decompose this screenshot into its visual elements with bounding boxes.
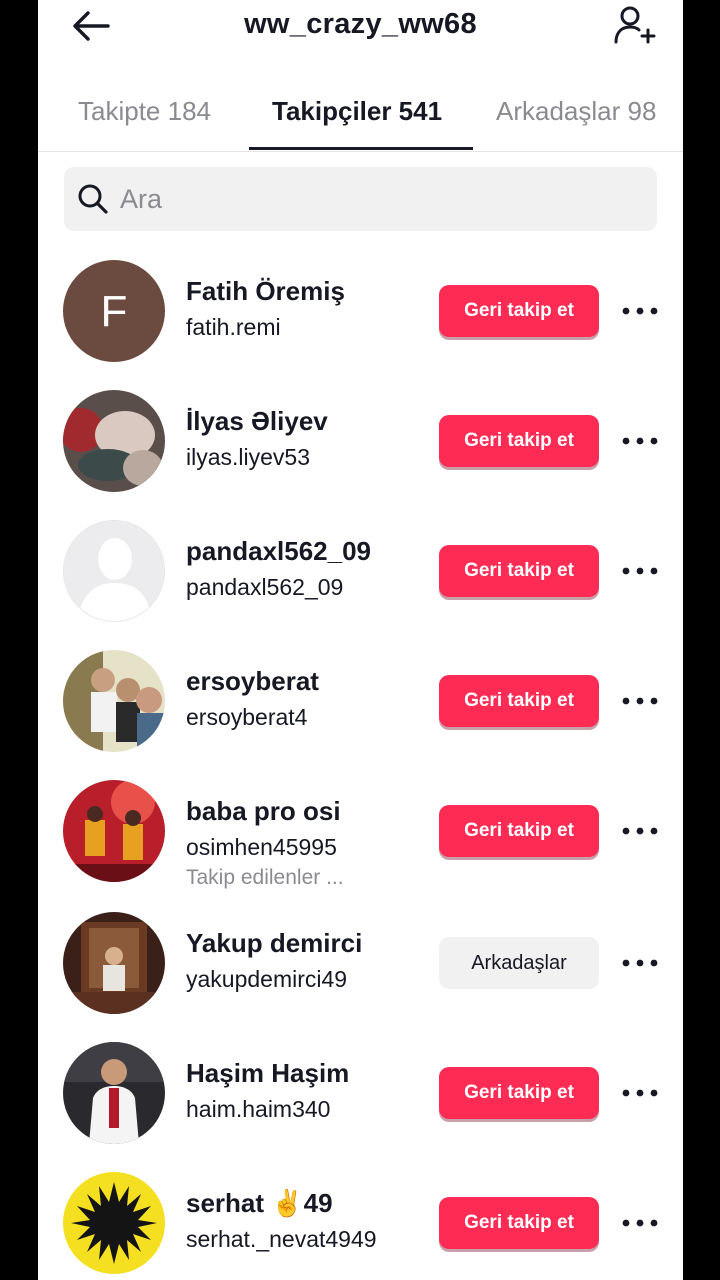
follow-back-button[interactable]: Geri takip et [439,675,599,727]
avatar[interactable] [63,1042,165,1144]
more-options-icon[interactable] [620,297,660,325]
follow-back-button[interactable]: Geri takip et [439,285,599,337]
page-title: ww_crazy_ww68 [244,8,477,40]
avatar-initial: F [101,287,128,336]
tab-followers[interactable]: Takipçiler 541 [272,96,442,127]
list-item[interactable]: ersoyberat ersoyberat4 Geri takip et [38,650,683,780]
more-options-icon[interactable] [620,1079,660,1107]
avatar[interactable] [63,1172,165,1274]
avatar[interactable] [63,390,165,492]
user-name: Haşim Haşim [186,1058,350,1088]
follow-back-button[interactable]: Geri takip et [439,1067,599,1119]
add-user-icon[interactable] [612,4,658,46]
followers-screen: ww_crazy_ww68 Takipte 184 Takipçiler 541… [38,0,683,1280]
user-name: pandaxl562_09 [186,536,372,566]
list-item[interactable]: baba pro osi osimhen45995 Takip edilenle… [38,780,683,910]
follow-back-button[interactable]: Geri takip et [439,805,599,857]
more-options-icon[interactable] [620,949,660,977]
tab-following[interactable]: Takipte 184 [78,96,211,127]
more-options-icon[interactable] [620,557,660,585]
follow-back-button[interactable]: Geri takip et [439,1197,599,1249]
user-name: serhat ✌️49 [186,1188,333,1218]
user-handle: serhat._nevat4949 [186,1226,377,1252]
list-item[interactable]: pandaxl562_09 pandaxl562_09 Geri takip e… [38,520,683,650]
user-handle: ersoyberat4 [186,704,308,730]
search-input[interactable] [120,167,640,231]
list-item[interactable]: serhat ✌️49 serhat._nevat4949 Geri takip… [38,1172,683,1280]
user-handle: yakupdemirci49 [186,966,348,992]
tab-friends[interactable]: Arkadaşlar 98 [496,96,656,127]
user-name: baba pro osi [186,796,341,826]
list-item[interactable]: F Fatih Öremiş fatih.remi Geri takip et [38,260,683,390]
more-options-icon[interactable] [620,427,660,455]
avatar[interactable]: F [63,260,165,362]
avatar[interactable] [63,520,165,622]
user-name: İlyas Əliyev [186,406,328,436]
user-name: Yakup demirci [186,928,363,958]
user-handle: osimhen45995 [186,834,337,860]
tab-bar: Takipte 184 Takipçiler 541 Arkadaşlar 98 [38,80,683,152]
active-tab-indicator [249,147,473,150]
list-item[interactable]: İlyas Əliyev ilyas.liyev53 Geri takip et [38,390,683,520]
user-handle: pandaxl562_09 [186,574,344,600]
list-item[interactable]: Yakup demirci yakupdemirci49 Arkadaşlar [38,912,683,1042]
more-options-icon[interactable] [620,1209,660,1237]
more-options-icon[interactable] [620,817,660,845]
user-name: Fatih Öremiş [186,276,345,306]
follow-back-button[interactable]: Geri takip et [439,415,599,467]
avatar[interactable] [63,912,165,1014]
search-icon [78,184,108,214]
list-item[interactable]: Haşim Haşim haim.haim340 Geri takip et [38,1042,683,1172]
user-handle: haim.haim340 [186,1096,331,1122]
friends-button[interactable]: Arkadaşlar [439,937,599,989]
avatar[interactable] [63,650,165,752]
user-name: ersoyberat [186,666,319,696]
follow-back-button[interactable]: Geri takip et [439,545,599,597]
more-options-icon[interactable] [620,687,660,715]
user-subtitle: Takip edilenler ... [186,866,344,889]
top-bar: ww_crazy_ww68 [38,0,683,60]
search-bar[interactable] [64,167,657,231]
avatar[interactable] [63,780,165,882]
user-handle: ilyas.liyev53 [186,444,310,470]
user-handle: fatih.remi [186,314,281,340]
